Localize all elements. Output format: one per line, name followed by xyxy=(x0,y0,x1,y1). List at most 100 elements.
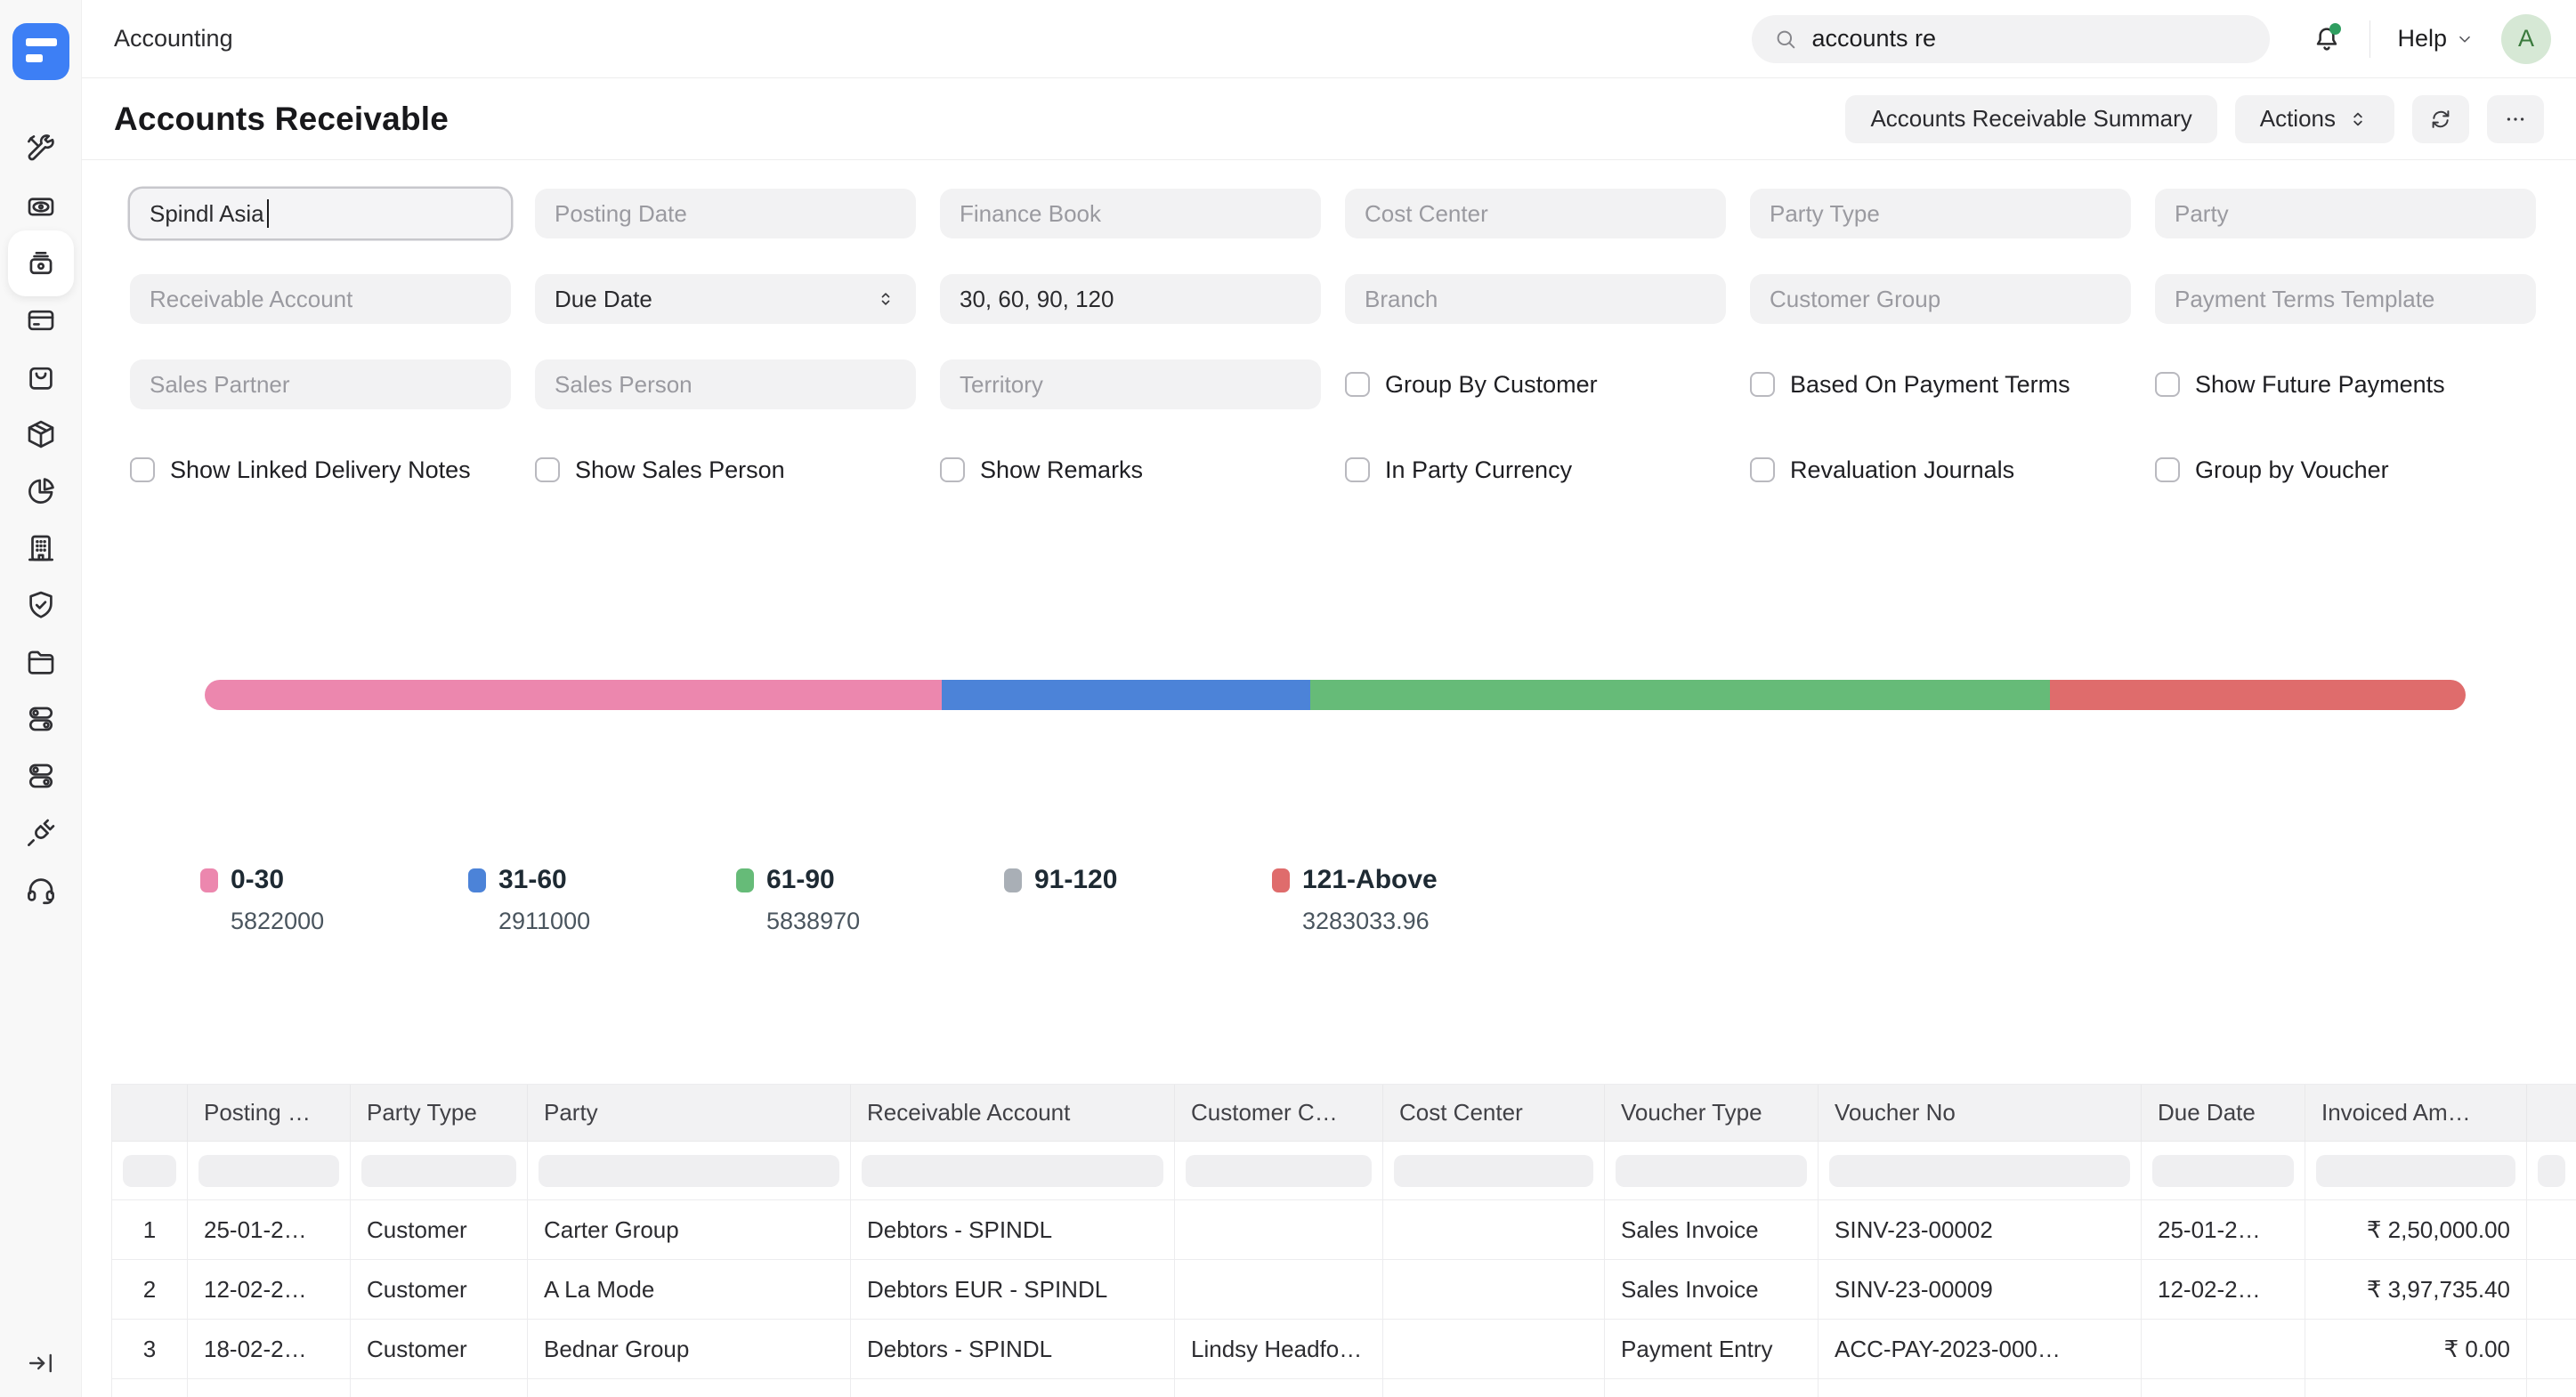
column-filter-input-voucher-type[interactable] xyxy=(1616,1155,1807,1187)
filter-checkbox-based-on-payment-terms[interactable]: Based On Payment Terms xyxy=(1750,359,2131,409)
table-cell-due-date xyxy=(2142,1320,2305,1379)
sidebar-item-credit-card-icon[interactable] xyxy=(12,292,69,349)
table-cell-voucher-no xyxy=(1819,1379,2142,1397)
summary-report-button[interactable]: Accounts Receivable Summary xyxy=(1845,95,2216,143)
refresh-button[interactable] xyxy=(2412,95,2469,143)
filter-checkbox-show-remarks[interactable]: Show Remarks xyxy=(940,445,1321,495)
sidebar-item-pie-chart-icon[interactable] xyxy=(12,463,69,520)
filter-checkbox-show-future-payments[interactable]: Show Future Payments xyxy=(2155,359,2536,409)
notifications-bell-icon[interactable] xyxy=(2311,23,2343,55)
column-header-customer-contact[interactable]: Customer C… xyxy=(1175,1085,1383,1142)
more-menu-button[interactable] xyxy=(2487,95,2544,143)
column-filter-input-party[interactable] xyxy=(539,1155,839,1187)
checkbox-icon[interactable] xyxy=(2155,372,2180,397)
column-filter-input-invoiced-amount[interactable] xyxy=(2316,1155,2515,1187)
filter-input-finance-book[interactable]: Finance Book xyxy=(940,189,1321,238)
filter-input-company[interactable]: Spindl Asia xyxy=(130,189,511,238)
checkbox-icon[interactable] xyxy=(1345,372,1370,397)
column-filter-input-posting-date[interactable] xyxy=(198,1155,339,1187)
column-header-voucher-no[interactable]: Voucher No xyxy=(1819,1085,2142,1142)
checkbox-icon[interactable] xyxy=(1345,457,1370,482)
legend-value: 5838970 xyxy=(766,908,1004,935)
sidebar-item-accounting-icon[interactable] xyxy=(8,230,74,296)
sidebar-item-toggles-icon[interactable] xyxy=(12,690,69,747)
filter-checkbox-show-linked-delivery-notes[interactable]: Show Linked Delivery Notes xyxy=(130,445,511,495)
sidebar-item-tools-icon[interactable] xyxy=(12,121,69,178)
legend-item-61-90: 61-905838970 xyxy=(736,865,1004,935)
column-filter-input-due-date[interactable] xyxy=(2152,1155,2294,1187)
column-header-posting-date[interactable]: Posting … xyxy=(188,1085,351,1142)
sidebar-item-plug-icon[interactable] xyxy=(12,804,69,861)
column-header-party-type[interactable]: Party Type xyxy=(351,1085,528,1142)
filter-input-ageing-range[interactable]: 30, 60, 90, 120 xyxy=(940,274,1321,324)
checkbox-icon[interactable] xyxy=(1750,457,1775,482)
checkbox-icon[interactable] xyxy=(535,457,560,482)
legend-value: 5822000 xyxy=(231,908,468,935)
sidebar-item-folder-icon[interactable] xyxy=(12,634,69,690)
chart-segment-0-30 xyxy=(205,680,942,710)
filter-checkbox-in-party-currency[interactable]: In Party Currency xyxy=(1345,445,1726,495)
column-filter-input-cost-center[interactable] xyxy=(1394,1155,1593,1187)
filter-input-receivable-account[interactable]: Receivable Account xyxy=(130,274,511,324)
sidebar-item-building-icon[interactable] xyxy=(12,520,69,577)
filter-select-ageing-based-on[interactable]: Due Date xyxy=(535,274,916,324)
search-input[interactable]: accounts re xyxy=(1752,15,2270,63)
filter-input-branch[interactable]: Branch xyxy=(1345,274,1726,324)
column-header-voucher-type[interactable]: Voucher Type xyxy=(1605,1085,1819,1142)
column-header-party[interactable]: Party xyxy=(528,1085,851,1142)
checkbox-icon[interactable] xyxy=(2155,457,2180,482)
table-cell-posting-date xyxy=(188,1379,351,1397)
column-header-receivable-account[interactable]: Receivable Account xyxy=(851,1085,1175,1142)
filter-input-party[interactable]: Party xyxy=(2155,189,2536,238)
column-filter-input-customer-contact[interactable] xyxy=(1186,1155,1372,1187)
table-cell-party-type xyxy=(351,1379,528,1397)
column-filter-input-party-type[interactable] xyxy=(361,1155,516,1187)
filter-checkbox-group-by-customer[interactable]: Group By Customer xyxy=(1345,359,1726,409)
filter-input-payment-terms-template[interactable]: Payment Terms Template xyxy=(2155,274,2536,324)
column-filter-input-overflow[interactable] xyxy=(2538,1155,2565,1187)
table-row: 212-02-2…CustomerA La ModeDebtors EUR - … xyxy=(112,1260,2576,1320)
app-logo[interactable] xyxy=(12,23,69,80)
filter-placeholder: Territory xyxy=(960,371,1043,399)
help-menu[interactable]: Help xyxy=(2397,25,2475,52)
filter-checkbox-group-by-voucher[interactable]: Group by Voucher xyxy=(2155,445,2536,495)
sidebar-item-package-icon[interactable] xyxy=(12,406,69,463)
column-filter-input-row-number[interactable] xyxy=(123,1155,176,1187)
filter-checkbox-revaluation-journals[interactable]: Revaluation Journals xyxy=(1750,445,2131,495)
legend-item-head: 31-60 xyxy=(468,865,736,895)
filter-checkbox-show-sales-person[interactable]: Show Sales Person xyxy=(535,445,916,495)
checkbox-icon[interactable] xyxy=(1750,372,1775,397)
table-cell-customer-contact xyxy=(1175,1200,1383,1260)
table-cell-overflow xyxy=(2527,1200,2576,1260)
filter-input-cost-center[interactable]: Cost Center xyxy=(1345,189,1726,238)
sidebar-item-shield-check-icon[interactable] xyxy=(12,577,69,634)
checkbox-icon[interactable] xyxy=(130,457,155,482)
filter-input-party-type[interactable]: Party Type xyxy=(1750,189,2131,238)
checkbox-icon[interactable] xyxy=(940,457,965,482)
column-header-invoiced-amount[interactable]: Invoiced Am… xyxy=(2305,1085,2527,1142)
filter-input-posting-date[interactable]: Posting Date xyxy=(535,189,916,238)
breadcrumb[interactable]: Accounting xyxy=(114,25,233,52)
column-filter-input-voucher-no[interactable] xyxy=(1829,1155,2130,1187)
sidebar-item-toggles-2-icon[interactable] xyxy=(12,747,69,804)
column-header-cost-center[interactable]: Cost Center xyxy=(1383,1085,1605,1142)
sidebar-item-headset-icon[interactable] xyxy=(12,861,69,918)
legend-item-head: 0-30 xyxy=(200,865,468,895)
filter-placeholder: Cost Center xyxy=(1365,200,1488,228)
filter-input-territory[interactable]: Territory xyxy=(940,359,1321,409)
checkbox-label: Show Remarks xyxy=(980,456,1143,484)
filter-input-sales-partner[interactable]: Sales Partner xyxy=(130,359,511,409)
filter-input-sales-person[interactable]: Sales Person xyxy=(535,359,916,409)
column-filter-input-receivable-account[interactable] xyxy=(862,1155,1163,1187)
avatar[interactable]: A xyxy=(2501,14,2551,64)
sidebar-item-money-case-icon[interactable] xyxy=(12,178,69,235)
column-header-row-number[interactable] xyxy=(112,1085,188,1142)
actions-button[interactable]: Actions xyxy=(2235,95,2394,143)
column-header-overflow[interactable] xyxy=(2527,1085,2576,1142)
expand-sidebar-icon[interactable] xyxy=(12,1340,69,1386)
table-cell-row-number xyxy=(112,1379,188,1397)
filter-input-customer-group[interactable]: Customer Group xyxy=(1750,274,2131,324)
column-header-due-date[interactable]: Due Date xyxy=(2142,1085,2305,1142)
report-filters: Spindl Asia Posting Date Finance Book Cost … xyxy=(130,189,2536,495)
sidebar-item-shopping-bag-icon[interactable] xyxy=(12,349,69,406)
